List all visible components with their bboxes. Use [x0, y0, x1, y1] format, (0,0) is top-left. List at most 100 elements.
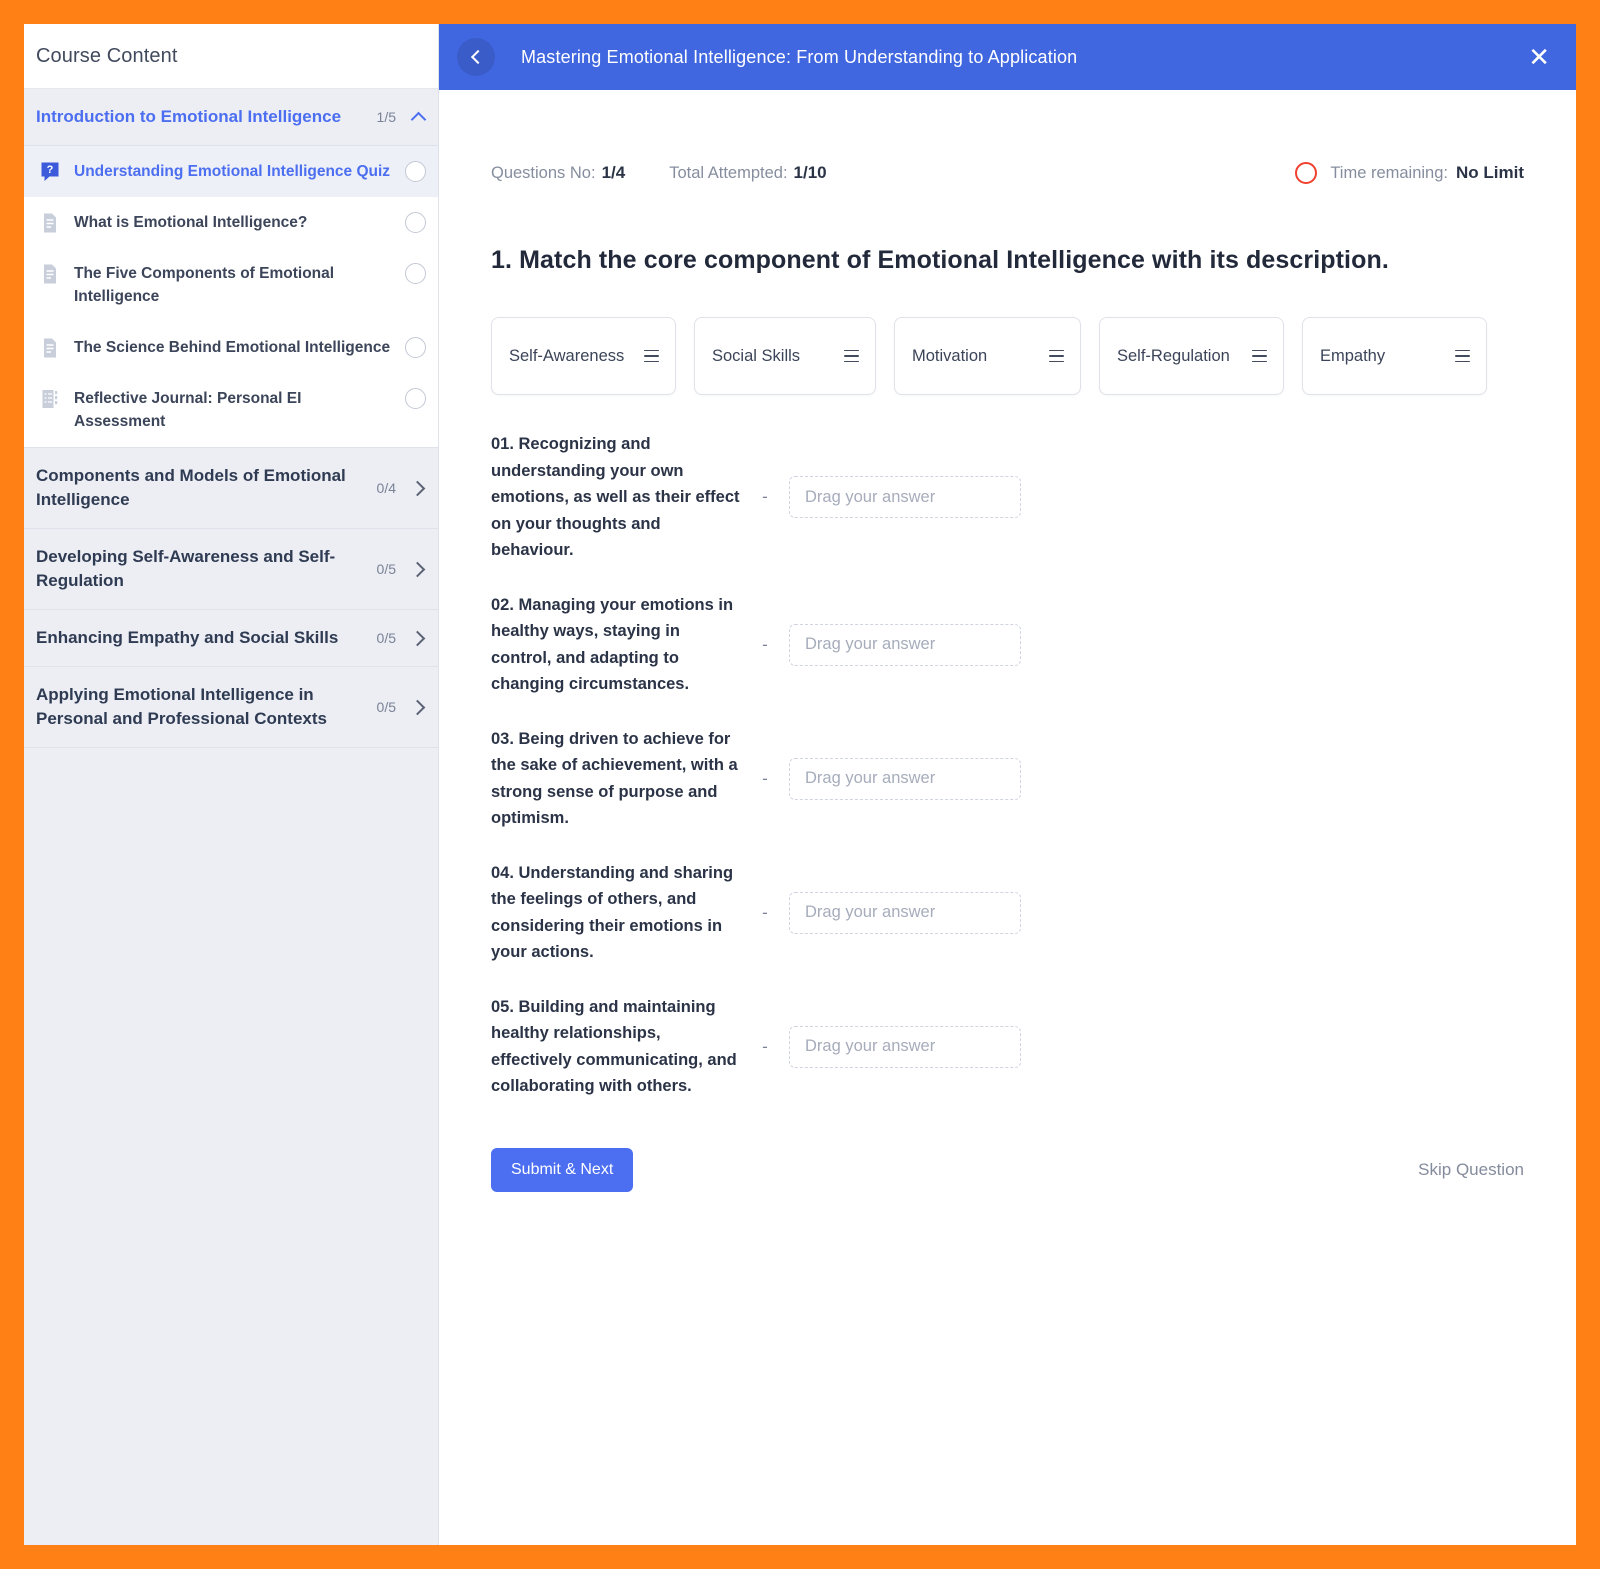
circle-outline-icon — [405, 212, 426, 233]
sidebar-lesson-reflective-journal[interactable]: Reflective Journal: Personal EI Assessme… — [24, 373, 438, 447]
lesson-label: The Science Behind Emotional Intelligenc… — [74, 339, 391, 356]
submit-next-button[interactable]: Submit & Next — [491, 1147, 634, 1192]
course-section-list: Introduction to Emotional Intelligence 1… — [24, 89, 438, 1545]
dropzone-placeholder: Drag your answer — [805, 1037, 936, 1055]
match-description: 04. Understanding and sharing the feelin… — [491, 863, 734, 962]
quiz-panel: Mastering Emotional Intelligence: From U… — [439, 24, 1576, 1545]
document-icon — [40, 263, 60, 285]
drag-chip-social-skills[interactable]: Social Skills — [694, 317, 876, 395]
chevron-left-icon — [470, 49, 486, 65]
drag-handle-icon[interactable] — [1049, 349, 1064, 363]
time-remaining-label: Time remaining: — [1330, 163, 1448, 182]
total-attempted-value: 1/10 — [793, 163, 827, 182]
dropzone-placeholder: Drag your answer — [805, 903, 936, 921]
section-progress-count: 0/5 — [376, 630, 396, 646]
match-description: 01. Recognizing and understanding your o… — [491, 435, 740, 559]
document-icon — [40, 212, 60, 234]
section-title: Introduction to Emotional Intelligence — [36, 107, 342, 126]
course-title: Mastering Emotional Intelligence: From U… — [521, 46, 1078, 67]
lesson-label: What is Emotional Intelligence? — [74, 214, 308, 231]
sidebar-section-introduction[interactable]: Introduction to Emotional Intelligence 1… — [24, 89, 438, 146]
quiz-footer: Submit & Next Skip Question — [491, 1147, 1524, 1192]
circle-outline-icon — [405, 263, 426, 284]
sidebar-lesson-what-is-ei[interactable]: What is Emotional Intelligence? — [24, 197, 438, 248]
sidebar-section-components-models[interactable]: Components and Models of Emotional Intel… — [24, 448, 438, 529]
answer-dropzone-5[interactable]: Drag your answer — [789, 1025, 1021, 1068]
dropzone-placeholder: Drag your answer — [805, 635, 936, 653]
drag-chip-self-regulation[interactable]: Self-Regulation — [1099, 317, 1284, 395]
match-row: 02. Managing your emotions in healthy wa… — [491, 592, 1524, 698]
sidebar-title: Course Content — [36, 44, 178, 67]
chip-label: Self-Regulation — [1117, 346, 1230, 365]
draggable-answer-chips: Self-Awareness Social Skills Motivation … — [491, 317, 1524, 395]
close-icon[interactable]: ✕ — [1528, 44, 1550, 70]
sidebar-section-self-awareness-regulation[interactable]: Developing Self-Awareness and Self-Regul… — [24, 529, 438, 610]
drag-handle-icon[interactable] — [1252, 349, 1267, 363]
match-separator: - — [762, 902, 768, 922]
match-description: 02. Managing your emotions in healthy wa… — [491, 595, 734, 694]
timer-circle-icon — [1295, 162, 1318, 184]
lesson-list: ? Understanding Emotional Intelligence Q… — [24, 146, 438, 448]
total-attempted: Total Attempted: 1/10 — [669, 163, 826, 183]
section-progress-count: 0/4 — [376, 480, 396, 496]
answer-dropzone-4[interactable]: Drag your answer — [789, 891, 1021, 934]
match-separator: - — [762, 768, 768, 788]
chip-label: Social Skills — [712, 346, 801, 365]
questions-no: Questions No: 1/4 — [491, 163, 625, 183]
sidebar-section-applying-ei[interactable]: Applying Emotional Intelligence in Perso… — [24, 667, 438, 748]
assignment-icon — [40, 388, 60, 410]
chip-label: Self-Awareness — [509, 346, 625, 365]
drag-handle-icon[interactable] — [844, 349, 859, 363]
drag-chip-empathy[interactable]: Empathy — [1302, 317, 1487, 395]
chevron-right-icon[interactable] — [410, 699, 426, 715]
lesson-label: The Five Components of Emotional Intelli… — [74, 265, 335, 305]
match-separator: - — [762, 1036, 768, 1056]
match-row: 05. Building and maintaining healthy rel… — [491, 994, 1524, 1100]
match-row: 01. Recognizing and understanding your o… — [491, 431, 1524, 564]
match-description: 05. Building and maintaining healthy rel… — [491, 997, 737, 1096]
chevron-right-icon[interactable] — [410, 561, 426, 577]
drag-chip-motivation[interactable]: Motivation — [894, 317, 1081, 395]
sidebar-lesson-five-components[interactable]: The Five Components of Emotional Intelli… — [24, 248, 438, 322]
section-title: Developing Self-Awareness and Self-Regul… — [36, 547, 336, 590]
section-progress-count: 1/5 — [376, 109, 396, 125]
document-icon — [40, 337, 60, 359]
sidebar-section-empathy-social-skills[interactable]: Enhancing Empathy and Social Skills 0/5 — [24, 610, 438, 667]
sidebar-header: Course Content — [24, 24, 438, 89]
course-content-sidebar: Course Content Introduction to Emotional… — [24, 24, 439, 1545]
questions-no-label: Questions No: — [491, 164, 596, 182]
section-progress-count: 0/5 — [376, 699, 396, 715]
question-title: 1. Match the core component of Emotional… — [491, 246, 1389, 274]
circle-outline-icon — [405, 161, 426, 182]
dropzone-placeholder: Drag your answer — [805, 487, 936, 506]
drag-handle-icon[interactable] — [644, 349, 659, 363]
section-title: Components and Models of Emotional Intel… — [36, 466, 346, 509]
match-separator: - — [762, 634, 768, 654]
chevron-right-icon[interactable] — [410, 630, 426, 646]
lesson-label: Understanding Emotional Intelligence Qui… — [74, 163, 391, 180]
match-row: 03. Being driven to achieve for the sake… — [491, 726, 1524, 832]
quiz-content: Questions No: 1/4 Total Attempted: 1/10 Ti… — [439, 90, 1576, 1545]
match-row: 04. Understanding and sharing the feelin… — [491, 860, 1524, 966]
time-remaining-value: No Limit — [1456, 163, 1524, 182]
answer-dropzone-2[interactable]: Drag your answer — [789, 623, 1021, 666]
circle-outline-icon — [405, 388, 426, 409]
skip-question-link[interactable]: Skip Question — [1418, 1160, 1524, 1180]
back-button[interactable] — [457, 38, 495, 76]
answer-dropzone-1[interactable]: Drag your answer — [789, 476, 1021, 519]
app-window: Course Content Introduction to Emotional… — [24, 24, 1576, 1545]
chip-label: Motivation — [912, 346, 988, 365]
answer-dropzone-3[interactable]: Drag your answer — [789, 757, 1021, 800]
chevron-right-icon[interactable] — [410, 480, 426, 496]
svg-text:?: ? — [47, 164, 54, 176]
chevron-up-icon[interactable] — [410, 109, 426, 125]
drag-handle-icon[interactable] — [1455, 349, 1470, 363]
section-title: Enhancing Empathy and Social Skills — [36, 628, 339, 647]
quiz-bubble-icon: ? — [40, 161, 60, 183]
questions-no-value: 1/4 — [601, 163, 626, 182]
sidebar-lesson-understanding-ei-quiz[interactable]: ? Understanding Emotional Intelligence Q… — [24, 146, 438, 197]
quiz-meta-bar: Questions No: 1/4 Total Attempted: 1/10 Ti… — [491, 90, 1524, 184]
dropzone-placeholder: Drag your answer — [805, 769, 936, 787]
sidebar-lesson-science-behind-ei[interactable]: The Science Behind Emotional Intelligenc… — [24, 322, 438, 373]
drag-chip-self-awareness[interactable]: Self-Awareness — [491, 317, 676, 395]
